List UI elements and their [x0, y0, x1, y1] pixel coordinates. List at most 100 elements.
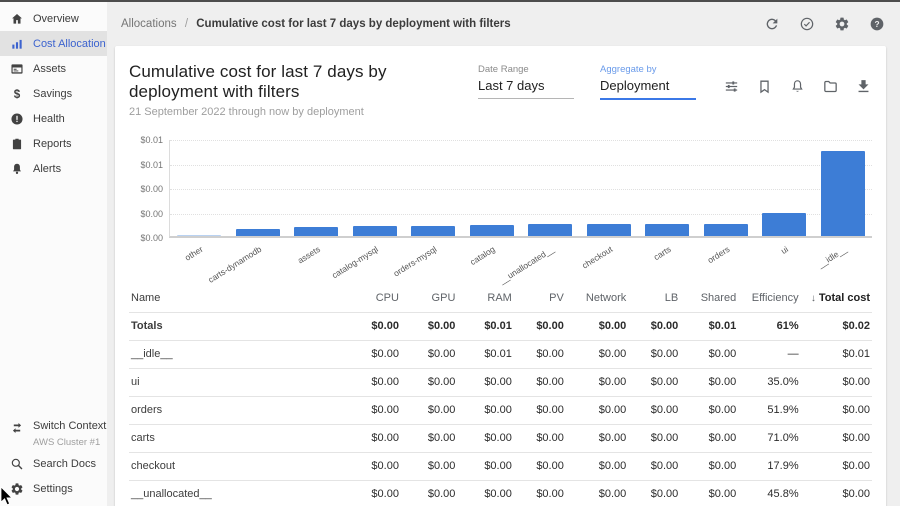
column-header-efficiency[interactable]: Efficiency — [738, 284, 800, 312]
table-cell: checkout — [129, 452, 344, 480]
bar-orders-mysql[interactable] — [411, 226, 455, 236]
bar-idle[interactable] — [821, 151, 865, 236]
bell-outline-icon[interactable] — [788, 77, 806, 95]
column-header-total-cost[interactable]: ↓Total cost — [801, 284, 872, 312]
table-cell: $0.00 — [514, 312, 566, 340]
date-range-select[interactable]: Date Range Last 7 days — [478, 64, 574, 99]
bar-slot-orders: orders — [697, 140, 756, 236]
chart-y-axis: $0.01$0.01$0.00$0.00$0.00 — [129, 140, 169, 238]
table-cell: Totals — [129, 312, 344, 340]
table-cell: $0.00 — [628, 312, 680, 340]
sidebar-footer: Switch ContextAWS Cluster #1Search Docs S… — [0, 417, 107, 501]
breadcrumb-current-page: Cumulative cost for last 7 days by deplo… — [196, 18, 510, 30]
table-row-idle[interactable]: __idle__$0.00$0.00$0.01$0.00$0.00$0.00$0… — [129, 340, 872, 368]
table-cell: $0.00 — [344, 312, 400, 340]
x-axis-label: orders — [705, 244, 731, 265]
bar-other[interactable] — [177, 235, 221, 236]
bar-unallocated[interactable] — [528, 224, 572, 236]
table-cell: $0.00 — [457, 424, 513, 452]
bar-checkout[interactable] — [587, 224, 631, 236]
table-row-orders[interactable]: orders$0.00$0.00$0.00$0.00$0.00$0.00$0.0… — [129, 396, 872, 424]
sidebar-item-cost-allocation[interactable]: Cost Allocation — [0, 31, 107, 56]
sidebar-item-label: Cost Allocation — [33, 38, 106, 50]
table-header-row: NameCPUGPURAMPVNetworkLBSharedEfficiency… — [129, 284, 872, 312]
cumulative-cost-bar-chart: $0.01$0.01$0.00$0.00$0.00 othercarts-dyn… — [129, 140, 872, 280]
bar-assets[interactable] — [294, 227, 338, 236]
table-cell: $0.00 — [628, 480, 680, 506]
x-axis-label: assets — [295, 244, 321, 266]
column-header-pv[interactable]: PV — [514, 284, 566, 312]
sidebar-item-health[interactable]: Health — [0, 106, 107, 131]
report-card: Cumulative cost for last 7 days by deplo… — [115, 46, 886, 506]
bar-carts-dynamodb[interactable] — [236, 229, 280, 236]
aggregate-by-select[interactable]: Aggregate by Deployment — [600, 64, 696, 100]
column-header-network[interactable]: Network — [566, 284, 628, 312]
breadcrumb-allocations-link[interactable]: Allocations — [121, 18, 177, 30]
column-header-name[interactable]: Name — [129, 284, 344, 312]
sidebar-item-overview[interactable]: Overview — [0, 6, 107, 31]
allocation-table: NameCPUGPURAMPVNetworkLBSharedEfficiency… — [129, 284, 872, 506]
sidebar: Overview Cost Allocation Assets$SavingsHea… — [0, 2, 107, 506]
column-header-ram[interactable]: RAM — [457, 284, 513, 312]
table-cell: $0.00 — [680, 424, 738, 452]
y-axis-tick-label: $0.00 — [140, 209, 163, 219]
sort-descending-icon: ↓ — [811, 293, 816, 304]
sidebar-item-switch-context[interactable]: Switch ContextAWS Cluster #1 — [0, 417, 107, 451]
table-cell: $0.00 — [514, 452, 566, 480]
report-header: Cumulative cost for last 7 days by deplo… — [129, 62, 872, 118]
table-cell: $0.00 — [680, 340, 738, 368]
table-row-totals[interactable]: Totals$0.00$0.00$0.01$0.00$0.00$0.00$0.0… — [129, 312, 872, 340]
table-row-carts[interactable]: carts$0.00$0.00$0.00$0.00$0.00$0.00$0.00… — [129, 424, 872, 452]
breadcrumb: Allocations / Cumulative cost for last 7… — [121, 18, 511, 30]
health-icon — [9, 111, 24, 126]
bar-slot-carts-dynamodb: carts-dynamodb — [229, 140, 288, 236]
table-cell: $0.00 — [566, 396, 628, 424]
column-header-cpu[interactable]: CPU — [344, 284, 400, 312]
table-cell: $0.01 — [457, 312, 513, 340]
bar-orders[interactable] — [704, 224, 748, 236]
x-axis-label: carts — [652, 244, 673, 262]
svg-text:$: $ — [13, 88, 20, 101]
aggregate-by-label: Aggregate by — [600, 64, 696, 75]
report-titles: Cumulative cost for last 7 days by deplo… — [129, 62, 478, 118]
window-top-edge — [0, 0, 900, 2]
table-cell: $0.00 — [566, 312, 628, 340]
table-row-checkout[interactable]: checkout$0.00$0.00$0.00$0.00$0.00$0.00$0… — [129, 452, 872, 480]
date-range-value[interactable]: Last 7 days — [478, 78, 574, 99]
sidebar-item-label: Alerts — [33, 163, 61, 175]
table-cell: $0.00 — [344, 452, 400, 480]
table-cell: $0.00 — [344, 480, 400, 506]
table-row-unallocated[interactable]: __unallocated__$0.00$0.00$0.00$0.00$0.00… — [129, 480, 872, 506]
bar-carts[interactable] — [645, 224, 689, 236]
refresh-icon[interactable] — [763, 15, 781, 33]
table-cell: 17.9% — [738, 452, 800, 480]
table-cell: $0.00 — [514, 396, 566, 424]
table-cell: $0.00 — [801, 424, 872, 452]
table-row-ui[interactable]: ui$0.00$0.00$0.00$0.00$0.00$0.00$0.0035.… — [129, 368, 872, 396]
x-axis-label: checkout — [580, 244, 614, 271]
column-header-shared[interactable]: Shared — [680, 284, 738, 312]
bar-catalog-mysql[interactable] — [353, 226, 397, 236]
bar-ui[interactable] — [762, 213, 806, 236]
tune-icon[interactable] — [722, 77, 740, 95]
sidebar-item-assets[interactable]: Assets — [0, 56, 107, 81]
aggregate-by-value[interactable]: Deployment — [600, 78, 696, 100]
sidebar-item-settings[interactable]: Settings — [0, 476, 107, 501]
sidebar-item-label: Settings — [33, 483, 73, 495]
sidebar-item-label: Reports — [33, 138, 72, 150]
bookmark-icon[interactable] — [755, 77, 773, 95]
download-icon[interactable] — [854, 77, 872, 95]
column-header-gpu[interactable]: GPU — [401, 284, 457, 312]
sidebar-item-savings[interactable]: $Savings — [0, 81, 107, 106]
bar-catalog[interactable] — [470, 225, 514, 236]
sidebar-item-alerts[interactable]: Alerts — [0, 156, 107, 181]
folder-icon[interactable] — [821, 77, 839, 95]
bar-slot-other: other — [170, 140, 229, 236]
sidebar-item-reports[interactable]: Reports — [0, 131, 107, 156]
help-icon[interactable]: ? — [868, 15, 886, 33]
sidebar-item-search-docs[interactable]: Search Docs — [0, 451, 107, 476]
settings-gear-icon[interactable] — [833, 15, 851, 33]
check-circle-icon[interactable] — [798, 15, 816, 33]
topbar-icons: ? — [763, 15, 886, 33]
column-header-lb[interactable]: LB — [628, 284, 680, 312]
